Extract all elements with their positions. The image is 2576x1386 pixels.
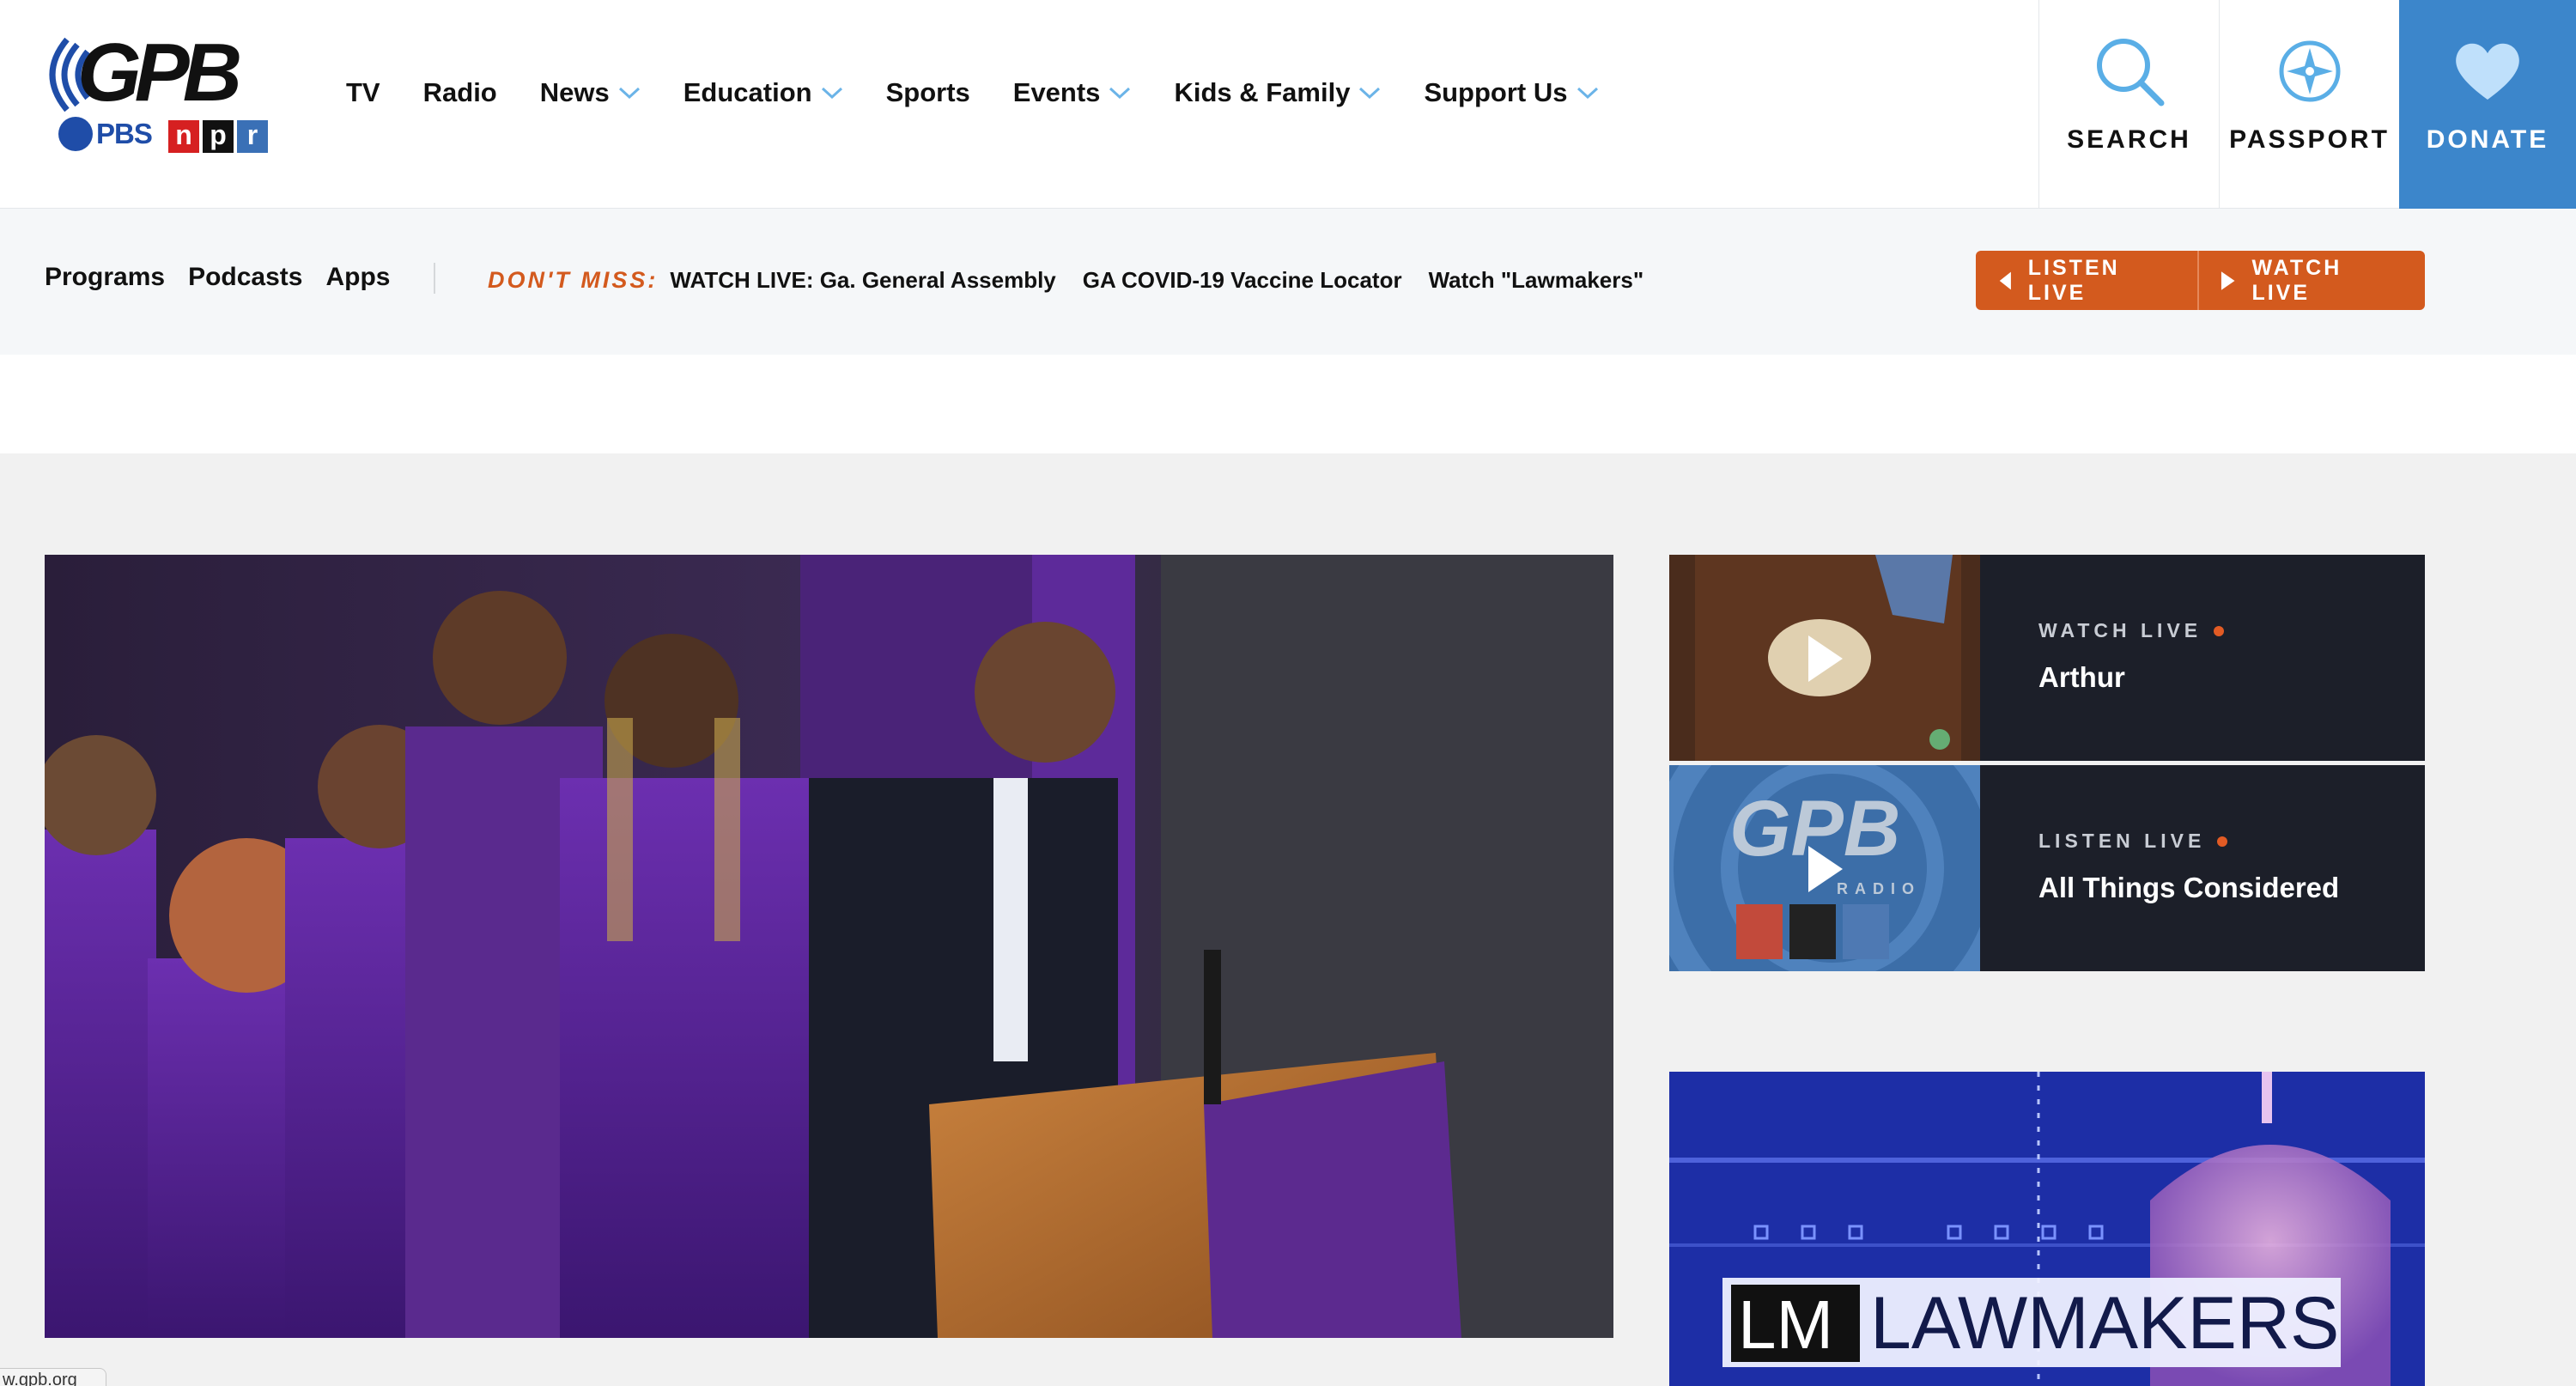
nav-item-kids-family[interactable]: Kids & Family xyxy=(1174,77,1381,108)
gpb-logo[interactable]: GPB PBS n p r xyxy=(43,27,275,160)
header-tools: SEARCH PASSPORT DONATE xyxy=(2038,0,2576,209)
search-label: SEARCH xyxy=(2067,125,2191,154)
card-kicker: WATCH LIVE xyxy=(2038,619,2225,642)
main-nav: TV Radio News Education Sports Events Ki… xyxy=(346,77,1642,108)
dont-miss-bar: DON'T MISS: WATCH LIVE: Ga. General Asse… xyxy=(488,267,1670,294)
lawmakers-title: LAWMAKERS xyxy=(1870,1282,2339,1365)
card-show-title: All Things Considered xyxy=(2038,872,2340,903)
search-icon xyxy=(2096,39,2164,106)
programs-link[interactable]: Programs xyxy=(45,263,165,292)
hero-photo xyxy=(45,555,1613,1338)
lm-mark: LM xyxy=(1738,1286,1833,1363)
divider xyxy=(434,263,435,294)
heart-icon xyxy=(2456,43,2519,100)
nav-label: TV xyxy=(346,77,380,107)
dont-miss-link[interactable]: WATCH LIVE: Ga. General Assembly xyxy=(670,267,1055,294)
live-dot-icon xyxy=(2217,836,2228,847)
nav-item-events[interactable]: Events xyxy=(1013,77,1132,108)
play-icon xyxy=(2221,271,2235,290)
pbs-label: PBS xyxy=(96,118,153,149)
nav-label: Kids & Family xyxy=(1174,77,1351,107)
nav-item-news[interactable]: News xyxy=(540,77,641,108)
site-header: GPB PBS n p r TV Radio News Education Sp… xyxy=(0,0,2576,209)
nav-label: Education xyxy=(683,77,812,107)
apps-link[interactable]: Apps xyxy=(325,263,390,292)
dont-miss-link[interactable]: GA COVID-19 Vaccine Locator xyxy=(1083,267,1402,294)
listen-live-label: LISTEN LIVE xyxy=(2027,255,2120,305)
listen-live-card[interactable]: GPB RADIO LISTEN LIVE All Things Conside… xyxy=(1669,765,2425,971)
card-show-title: Arthur xyxy=(2038,661,2125,693)
watch-live-card[interactable]: WATCH LIVE Arthur xyxy=(1669,555,2425,761)
watch-live-button[interactable]: WATCH LIVE xyxy=(2197,251,2425,310)
dont-miss-label: DON'T MISS: xyxy=(488,267,659,293)
npr-n: n xyxy=(168,120,199,153)
chevron-down-icon xyxy=(1359,87,1381,99)
donate-button[interactable]: DONATE xyxy=(2399,0,2576,209)
ad-space xyxy=(0,355,2576,453)
secondary-nav: Programs Podcasts Apps xyxy=(45,263,413,292)
npr-p: p xyxy=(203,120,234,153)
radio-thumb-text: RADIO xyxy=(1837,880,1921,897)
status-url: w.gpb.org xyxy=(0,1368,106,1386)
npr-r: r xyxy=(237,120,268,153)
play-icon xyxy=(1808,846,1843,892)
lawmakers-image: LM LAWMAKERS xyxy=(1669,1072,2425,1386)
podcasts-link[interactable]: Podcasts xyxy=(188,263,302,292)
nav-label: Events xyxy=(1012,77,1101,107)
card-meta: LISTEN LIVE All Things Considered xyxy=(2038,830,2339,904)
pbs-head-icon xyxy=(58,117,93,151)
card-meta: WATCH LIVE Arthur xyxy=(2038,619,2225,694)
nav-item-education[interactable]: Education xyxy=(683,77,843,108)
speaker-icon xyxy=(1999,271,2011,289)
nav-item-radio[interactable]: Radio xyxy=(423,77,497,108)
kicker-label: LISTEN LIVE xyxy=(2038,830,2206,852)
nav-item-support-us[interactable]: Support Us xyxy=(1424,77,1598,108)
chevron-down-icon xyxy=(1109,87,1131,99)
lawmakers-promo[interactable]: LM LAWMAKERS xyxy=(1669,1072,2425,1386)
nav-item-tv[interactable]: TV xyxy=(346,77,380,108)
kicker-label: WATCH LIVE xyxy=(2038,619,2202,641)
watch-live-label: WATCH LIVE xyxy=(2251,255,2342,305)
listen-live-button[interactable]: LISTEN LIVE xyxy=(1976,251,2197,310)
nav-label: Support Us xyxy=(1424,77,1568,107)
donate-label: DONATE xyxy=(2426,125,2549,154)
chevron-down-icon xyxy=(618,87,640,99)
nav-label: Radio xyxy=(422,77,497,107)
chevron-down-icon xyxy=(1577,87,1598,99)
nav-label: Sports xyxy=(885,77,970,107)
passport-label: PASSPORT xyxy=(2229,125,2390,154)
dont-miss-link[interactable]: Watch "Lawmakers" xyxy=(1429,267,1644,294)
card-kicker: LISTEN LIVE xyxy=(2038,830,2339,853)
compass-icon xyxy=(2279,40,2340,102)
search-button[interactable]: SEARCH xyxy=(2038,0,2219,209)
pbs-logo: PBS xyxy=(58,117,153,151)
chevron-down-icon xyxy=(821,87,842,99)
nav-label: News xyxy=(539,77,610,107)
live-dot-icon xyxy=(2214,625,2225,636)
gpb-wordmark: GPB xyxy=(77,27,242,119)
hero-image[interactable] xyxy=(45,555,1613,1338)
passport-button[interactable]: PASSPORT xyxy=(2219,0,2399,209)
npr-logo: n p r xyxy=(168,120,268,153)
secondary-bar: Programs Podcasts Apps DON'T MISS: WATCH… xyxy=(0,209,2576,355)
live-buttons: LISTEN LIVE WATCH LIVE xyxy=(1976,251,2425,310)
nav-item-sports[interactable]: Sports xyxy=(886,77,970,108)
play-icon xyxy=(1808,635,1843,682)
